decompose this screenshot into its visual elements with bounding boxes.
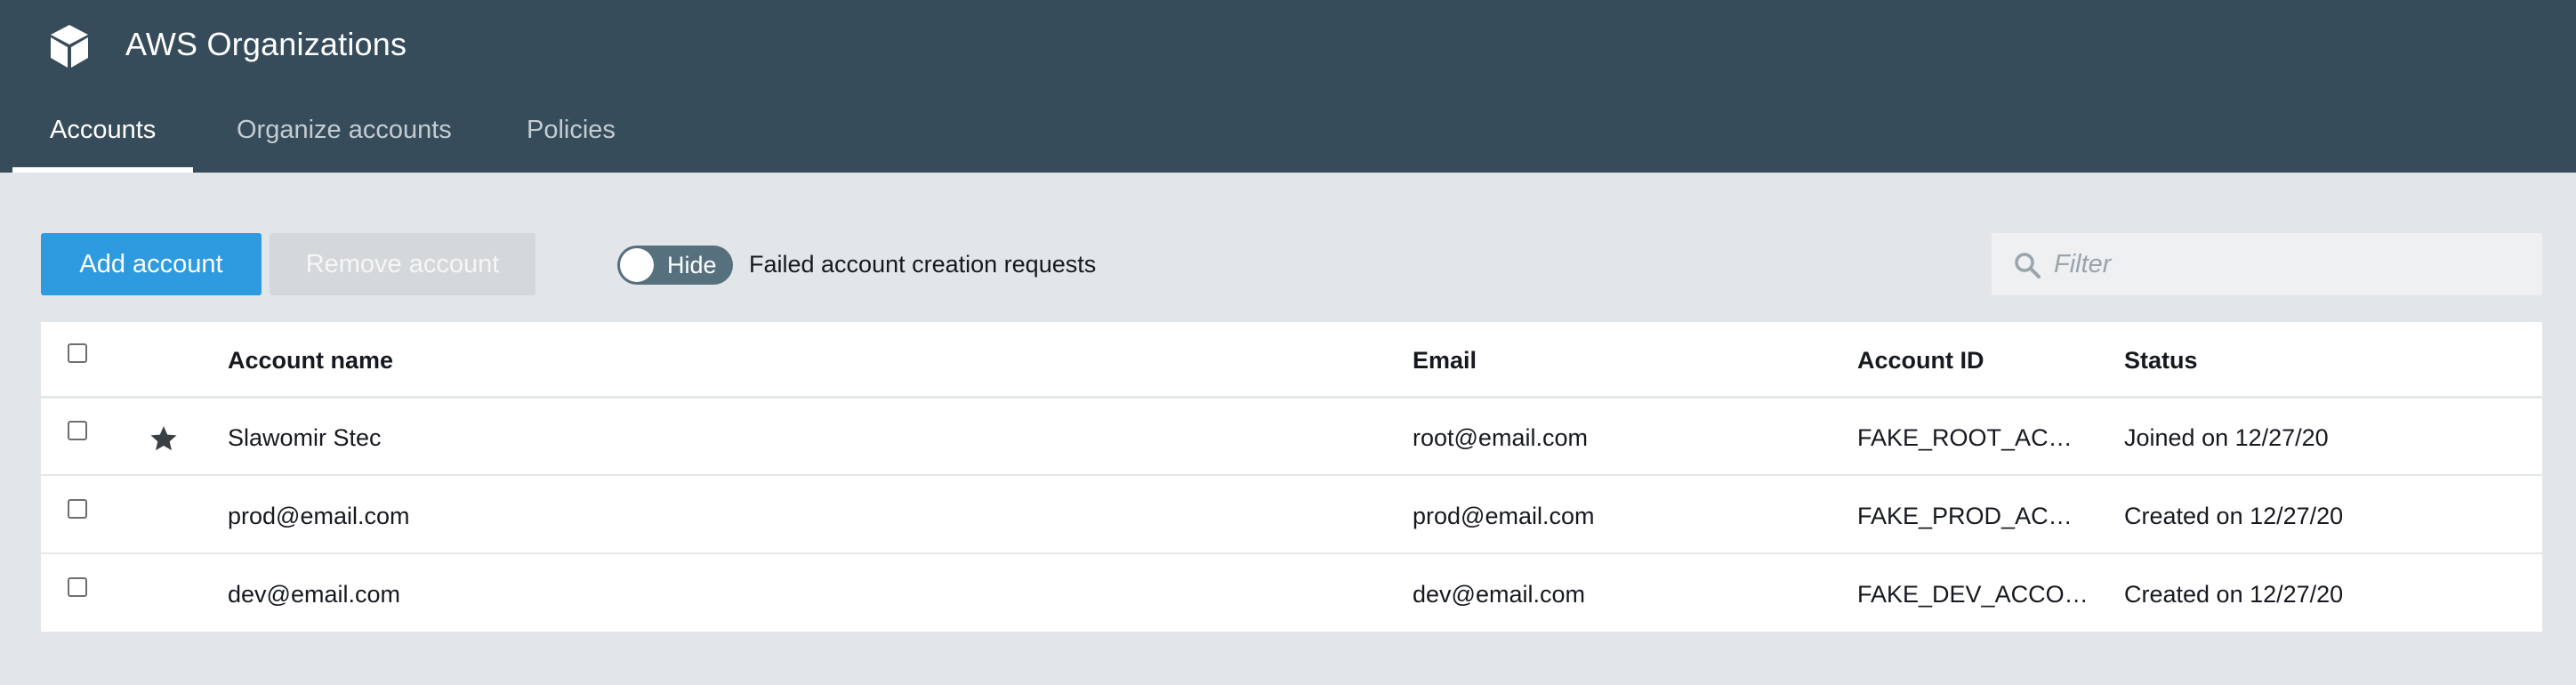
toggle-state-label: Hide — [667, 252, 717, 278]
row-checkbox[interactable] — [68, 577, 87, 597]
account-id: FAKE_PROD_AC… — [1857, 503, 2073, 529]
account-name[interactable]: dev@email.com — [228, 556, 400, 633]
column-header-account-name[interactable]: Account name — [228, 322, 393, 399]
hide-failed-toggle[interactable]: Hide — [617, 246, 733, 285]
search-icon — [2015, 253, 2041, 278]
account-name[interactable]: prod@email.com — [228, 478, 409, 554]
accounts-table: Account name Email Account ID Status Sla… — [41, 322, 2542, 632]
account-status: Joined on 12/27/20 — [2124, 424, 2329, 451]
account-status: Created on 12/27/20 — [2124, 503, 2344, 529]
account-id: FAKE_ROOT_AC… — [1857, 424, 2073, 451]
row-checkbox[interactable] — [68, 499, 87, 519]
column-header-email[interactable]: Email — [1413, 322, 1477, 399]
column-header-status[interactable]: Status — [2124, 322, 2198, 399]
account-status: Created on 12/27/20 — [2124, 581, 2344, 608]
toolbar: Add account Remove account Hide Failed a… — [0, 233, 2576, 295]
account-email: root@email.com — [1413, 424, 1588, 451]
filter-input[interactable] — [2054, 233, 2525, 295]
top-navigation-bar: AWS Organizations Accounts Organize acco… — [0, 0, 2576, 173]
account-name[interactable]: Slawomir Stec — [228, 399, 382, 476]
select-all-checkbox[interactable] — [68, 343, 87, 363]
star-icon — [150, 426, 177, 451]
row-checkbox[interactable] — [68, 421, 87, 440]
column-header-account-id[interactable]: Account ID — [1857, 322, 2115, 399]
cube-icon — [51, 25, 88, 68]
remove-account-button[interactable]: Remove account — [270, 233, 535, 295]
add-account-button[interactable]: Add account — [41, 233, 262, 295]
tab-accounts[interactable]: Accounts — [12, 110, 194, 173]
filter-box — [1992, 233, 2542, 295]
app-title: AWS Organizations — [125, 26, 407, 62]
toggle-description: Failed account creation requests — [749, 251, 1097, 278]
table-row[interactable]: prod@email.com prod@email.com FAKE_PROD_… — [41, 478, 2542, 554]
tab-organize-accounts[interactable]: Organize accounts — [237, 110, 452, 173]
toggle-knob — [620, 248, 654, 282]
tab-policies[interactable]: Policies — [527, 110, 616, 173]
account-email: prod@email.com — [1413, 503, 1595, 529]
table-header-row: Account name Email Account ID Status — [41, 322, 2542, 399]
table-row[interactable]: Slawomir Stec root@email.com FAKE_ROOT_A… — [41, 399, 2542, 476]
account-email: dev@email.com — [1413, 581, 1585, 608]
account-id: FAKE_DEV_ACCO… — [1857, 581, 2089, 608]
table-row[interactable]: dev@email.com dev@email.com FAKE_DEV_ACC… — [41, 556, 2542, 633]
